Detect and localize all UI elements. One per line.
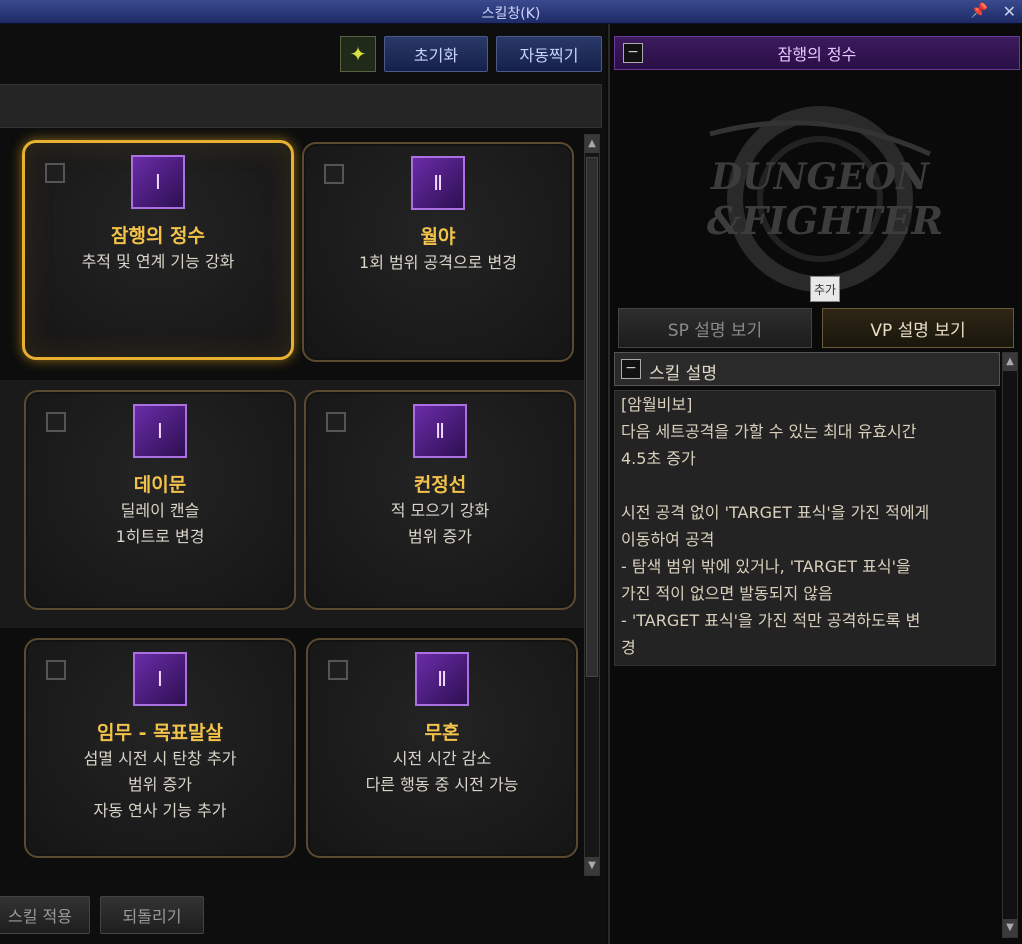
tab-vp-description[interactable]: VP 설명 보기 <box>822 308 1014 348</box>
skill-description-text: [암월비보] 다음 세트공격을 가할 수 있는 최대 유효시간 4.5초 증가 … <box>614 390 996 666</box>
add-tooltip: 추가 <box>810 276 840 302</box>
skill-checkbox[interactable] <box>46 412 66 432</box>
scroll-down-icon[interactable]: ▼ <box>585 857 599 875</box>
skill-name: 무혼 <box>424 722 460 744</box>
skill-card[interactable]: Ⅱ 컨정선 적 모으기 강화 범위 증가 <box>304 390 576 610</box>
skill-name: 임무 - 목표말살 <box>97 722 223 744</box>
panel-header-strip <box>0 84 602 128</box>
scroll-down-icon[interactable]: ▼ <box>1003 919 1017 937</box>
pin-icon[interactable]: 📌 <box>971 3 988 19</box>
skill-icon: Ⅱ <box>415 652 469 706</box>
close-icon[interactable]: ✕ <box>1003 2 1016 21</box>
skill-tree-panel: ✦ 초기화 자동찍기 Ⅰ 잠행의 정수 추적 및 연계 기능 강화 Ⅱ 월야 1… <box>0 24 606 944</box>
skill-icon: Ⅰ <box>133 404 187 458</box>
svg-text:&FIGHTER: &FIGHTER <box>707 198 943 243</box>
skill-description-title: 스킬 설명 <box>649 364 717 384</box>
skill-card[interactable]: Ⅱ 무혼 시전 시간 감소 다른 행동 중 시전 가능 <box>306 638 578 858</box>
skill-grid-scrollbar[interactable]: ▲ ▼ <box>584 134 600 876</box>
skill-icon: Ⅱ <box>411 156 465 210</box>
window-titlebar[interactable]: 스킬창(K) 📌 ✕ <box>0 0 1022 24</box>
scroll-up-icon[interactable]: ▲ <box>585 135 599 153</box>
selected-skill-title: 잠행의 정수 <box>777 45 857 64</box>
skill-description-header[interactable]: − 스킬 설명 <box>614 352 1000 386</box>
skill-detail-panel: − 잠행의 정수 DUNGEON &FIGHTER 추가 SP 설명 보기 VP… <box>608 24 1022 944</box>
skill-icon: Ⅰ <box>131 155 185 209</box>
skill-desc: 섬멸 시전 시 탄창 추가 범위 증가 자동 연사 기능 추가 <box>83 749 237 820</box>
dungeon-fighter-logo: DUNGEON &FIGHTER <box>707 106 943 292</box>
skill-checkbox[interactable] <box>324 164 344 184</box>
skill-filter-button[interactable]: ✦ <box>340 36 376 72</box>
skill-desc: 시전 시간 감소 다른 행동 중 시전 가능 <box>365 749 519 794</box>
skill-checkbox[interactable] <box>46 660 66 680</box>
skill-name: 잠행의 정수 <box>110 225 205 247</box>
reset-button[interactable]: 초기화 <box>384 36 488 72</box>
description-scrollbar[interactable]: ▲ ▼ <box>1002 352 1018 938</box>
scroll-thumb[interactable] <box>586 157 598 677</box>
revert-button[interactable]: 되돌리기 <box>100 896 204 934</box>
skill-card[interactable]: Ⅱ 월야 1회 범위 공격으로 변경 <box>302 142 574 362</box>
skill-name: 데이문 <box>133 474 187 496</box>
skill-icon: Ⅱ <box>413 404 467 458</box>
skill-icon: Ⅰ <box>133 652 187 706</box>
apply-skill-button[interactable]: 스킬 적용 <box>0 896 90 934</box>
skill-card[interactable]: Ⅰ 데이문 딜레이 캔슬 1히트로 변경 <box>24 390 296 610</box>
scroll-up-icon[interactable]: ▲ <box>1003 353 1017 371</box>
skill-card-grid: Ⅰ 잠행의 정수 추적 및 연계 기능 강화 Ⅱ 월야 1회 범위 공격으로 변… <box>0 128 584 880</box>
tab-sp-description[interactable]: SP 설명 보기 <box>618 308 812 348</box>
window-title: 스킬창(K) <box>481 6 541 22</box>
skill-checkbox[interactable] <box>328 660 348 680</box>
auto-assign-button[interactable]: 자동찍기 <box>496 36 602 72</box>
skill-checkbox[interactable] <box>326 412 346 432</box>
skill-name: 월야 <box>420 226 456 248</box>
skill-card[interactable]: Ⅰ 잠행의 정수 추적 및 연계 기능 강화 <box>22 140 294 360</box>
skill-name: 컨정선 <box>413 474 467 496</box>
skill-desc: 1회 범위 공격으로 변경 <box>359 253 517 272</box>
star-skill-icon: ✦ <box>349 42 367 66</box>
svg-text:DUNGEON: DUNGEON <box>710 156 931 198</box>
selected-skill-header[interactable]: − 잠행의 정수 <box>614 36 1020 70</box>
skill-checkbox[interactable] <box>45 163 65 183</box>
collapse-icon[interactable]: − <box>623 43 643 63</box>
collapse-icon[interactable]: − <box>621 359 641 379</box>
skill-card[interactable]: Ⅰ 임무 - 목표말살 섬멸 시전 시 탄창 추가 범위 증가 자동 연사 기능… <box>24 638 296 858</box>
skill-desc: 딜레이 캔슬 1히트로 변경 <box>115 501 205 546</box>
skill-desc: 적 모으기 강화 범위 증가 <box>390 501 490 546</box>
skill-desc: 추적 및 연계 기능 강화 <box>81 252 235 271</box>
